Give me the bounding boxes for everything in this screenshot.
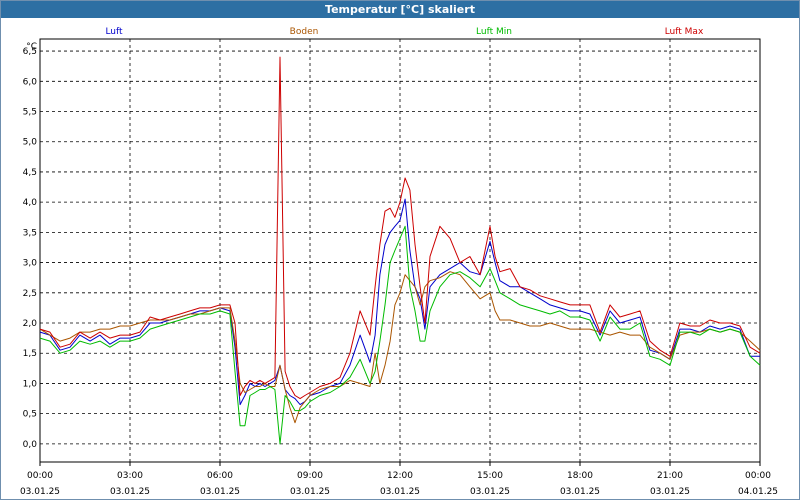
temperature-chart: 0,00,51,01,52,02,53,03,54,04,55,05,56,06… — [20, 27, 778, 497]
legend-entry-luft-min: Luft Min — [476, 27, 512, 37]
y-tick-label: 2,0 — [23, 319, 38, 329]
x-tick-time: 21:00 — [657, 471, 683, 481]
chart-window: Temperatur [°C] skaliert 0,0 0,5 1,0 1,5 2,0… — [0, 0, 800, 500]
x-tick-time: 06:00 — [207, 471, 233, 481]
y-tick-label: 5,5 — [23, 108, 37, 118]
x-tick-time: 15:00 — [477, 471, 503, 481]
legend-entry-boden: Boden — [290, 27, 319, 37]
x-tick-time: 18:00 — [567, 471, 593, 481]
y-tick-label: 0,5 — [23, 410, 37, 420]
y-tick-label: 4,0 — [23, 198, 38, 208]
y-tick-label: 4,5 — [23, 168, 37, 178]
x-tick-date: 03.01.25 — [200, 487, 240, 497]
x-tick-time: 00:00 — [27, 471, 53, 481]
x-tick-time: 03:00 — [117, 471, 143, 481]
y-tick-label: 3,5 — [23, 228, 37, 238]
x-tick-date: 03.01.25 — [110, 487, 150, 497]
y-tick-label: 2,5 — [23, 289, 37, 299]
x-tick-date: 03.01.25 — [560, 487, 600, 497]
y-tick-label: 3,0 — [23, 259, 38, 269]
x-tick-time: 09:00 — [297, 471, 323, 481]
y-tick-label: 6,0 — [23, 77, 38, 87]
y-tick-label: 1,0 — [23, 379, 38, 389]
y-tick-label: 0,0 — [23, 440, 38, 450]
y-tick-label: 1,5 — [23, 349, 37, 359]
x-tick-date: 03.01.25 — [380, 487, 420, 497]
window-title: Temperatur [°C] skaliert — [1, 1, 799, 18]
y-axis-unit: °C — [26, 42, 37, 52]
x-tick-date: 03.01.25 — [290, 487, 330, 497]
x-tick-date: 04.01.25 — [738, 487, 778, 497]
x-tick-time: 12:00 — [387, 471, 413, 481]
x-tick-date: 03.01.25 — [20, 487, 60, 497]
x-tick-time: 00:00 — [745, 471, 771, 481]
legend-entry-luft-max: Luft Max — [665, 27, 704, 37]
x-tick-date: 03.01.25 — [470, 487, 510, 497]
legend-entry-luft: Luft — [105, 27, 123, 37]
y-tick-label: 5,0 — [23, 138, 38, 148]
x-tick-date: 03.01.25 — [650, 487, 690, 497]
